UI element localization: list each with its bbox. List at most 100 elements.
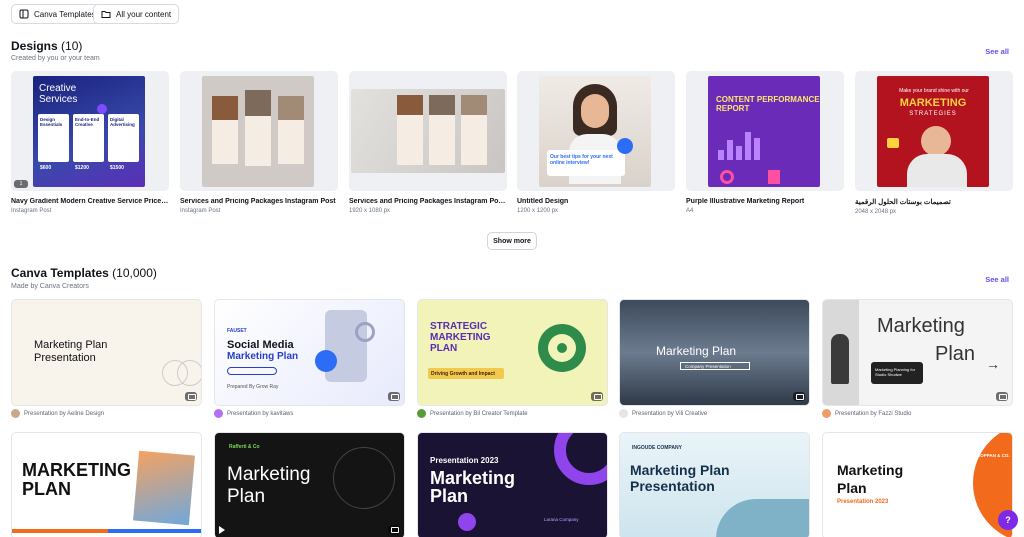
template-text: Marketing bbox=[837, 462, 904, 478]
design-title: Services and Pricing Packages Instagram … bbox=[180, 198, 336, 205]
design-meta: 2048 x 2048 px bbox=[855, 209, 897, 215]
template-text: MARKETING bbox=[430, 332, 491, 343]
design-card[interactable]: Make your brand shine with our MARKETING… bbox=[855, 71, 1013, 215]
blue-dot bbox=[617, 138, 633, 154]
percent-badge bbox=[315, 350, 337, 372]
designs-heading: Designs (10) bbox=[11, 39, 82, 53]
template-author: Presentation by Bil Creator Template bbox=[417, 409, 608, 418]
template-text: Plan bbox=[227, 486, 266, 507]
author-label: Presentation by Fazzi Studio bbox=[835, 410, 912, 417]
template-card[interactable]: STRATEGIC MARKETING PLAN Driving Growth … bbox=[417, 299, 608, 418]
megaphone-icon bbox=[887, 138, 899, 148]
design-thumbnail: Make your brand shine with our MARKETING… bbox=[855, 71, 1013, 191]
show-more-button[interactable]: Show more bbox=[487, 232, 537, 250]
templates-heading: Canva Templates (10,000) bbox=[11, 266, 157, 280]
author-avatar bbox=[11, 409, 20, 418]
template-author: Presentation by Vili Creative bbox=[619, 409, 810, 418]
template-text: Larana Company bbox=[544, 517, 579, 522]
design-meta: A4 bbox=[686, 208, 694, 214]
template-card[interactable]: MARKETING PLAN bbox=[11, 432, 202, 537]
info-box: Marketing Planning for Studio Shodwe bbox=[871, 362, 923, 384]
package-card bbox=[212, 96, 238, 164]
template-text: Marketing Plan bbox=[34, 339, 108, 351]
template-author: Presentation by Fazzi Studio bbox=[822, 409, 1013, 418]
present-icon bbox=[388, 525, 400, 534]
design-card[interactable]: Our best tips for your next online inter… bbox=[517, 71, 675, 214]
template-thumbnail: Marketing Plan Presentation bbox=[11, 299, 202, 406]
template-card[interactable]: Marketing Plan Marketing Planning for St… bbox=[822, 299, 1013, 418]
person-face bbox=[581, 94, 609, 128]
design-card[interactable]: Services and Pricing Packages Instagram … bbox=[180, 71, 338, 214]
templates-subtitle: Made by Canva Creators bbox=[11, 283, 89, 290]
package-photo bbox=[212, 96, 238, 120]
price-column: Design Essentials bbox=[38, 114, 69, 162]
design-card[interactable]: CONTENT PERFORMANCE REPORT Purple Illust… bbox=[686, 71, 844, 214]
template-text: FAUSET bbox=[227, 328, 247, 334]
template-card[interactable]: KOPPAN & CO. Marketing Plan Presentation… bbox=[822, 432, 1013, 537]
phone-graphic bbox=[768, 170, 780, 184]
present-icon bbox=[388, 392, 400, 401]
all-content-chip[interactable]: All your content bbox=[93, 4, 180, 24]
template-text: Company Presentation bbox=[685, 364, 731, 369]
designs-see-all-link[interactable]: See all bbox=[985, 47, 1009, 56]
help-button[interactable]: ? bbox=[998, 510, 1018, 530]
template-card[interactable]: INGOUDE COMPANY Marketing Plan Presentat… bbox=[619, 432, 810, 537]
canva-templates-chip[interactable]: Canva Templates bbox=[11, 4, 104, 24]
templates-title: Canva Templates bbox=[11, 266, 109, 280]
arrow-right-icon: → bbox=[986, 356, 1000, 372]
template-text: Presentation bbox=[34, 352, 96, 364]
present-icon bbox=[185, 392, 197, 401]
design-card[interactable]: Creative Services Design Essentials End-… bbox=[11, 71, 169, 214]
template-text: PLAN bbox=[22, 479, 71, 499]
template-card[interactable]: Presentation 2023 Marketing Plan Larana … bbox=[417, 432, 608, 537]
artwork-text: Make your brand shine with our bbox=[899, 88, 969, 94]
template-author: Presentation by Aeline Design bbox=[11, 409, 202, 418]
template-text: STRATEGIC bbox=[430, 321, 488, 332]
bar bbox=[745, 132, 751, 160]
design-card[interactable]: Services and Pricing Packages Instagram … bbox=[349, 71, 507, 214]
package-photo bbox=[397, 95, 423, 115]
template-text: Marketing bbox=[227, 464, 311, 485]
play-icon bbox=[219, 526, 225, 534]
template-text: Presentation 2023 bbox=[430, 456, 499, 465]
present-icon bbox=[793, 392, 805, 401]
design-thumbnail bbox=[349, 71, 507, 191]
design-meta: 1200 x 1200 px bbox=[517, 208, 559, 214]
template-text: Marketing Plan bbox=[656, 344, 737, 358]
present-icon bbox=[591, 392, 603, 401]
purple-dot bbox=[458, 513, 476, 531]
template-thumbnail: STRATEGIC MARKETING PLAN Driving Growth … bbox=[417, 299, 608, 406]
person-graphic bbox=[831, 334, 849, 384]
template-text: Social Media bbox=[227, 339, 294, 351]
bar bbox=[736, 146, 742, 160]
template-card[interactable]: Rafferti & Co Marketing Plan bbox=[214, 432, 405, 537]
artwork-text: $1500 bbox=[110, 165, 124, 171]
bar bbox=[727, 140, 733, 160]
template-card[interactable]: FAUSET Social Media Marketing Plan Prepa… bbox=[214, 299, 405, 418]
template-thumbnail: Rafferti & Co Marketing Plan bbox=[214, 432, 405, 537]
template-text: Marketing Plan bbox=[630, 462, 730, 478]
author-label: Presentation by kavitaws bbox=[227, 410, 294, 417]
pricing-packages-landscape-artwork bbox=[351, 89, 505, 173]
package-card bbox=[461, 95, 487, 165]
templates-see-all-link[interactable]: See all bbox=[985, 275, 1009, 284]
page-count-badge: 1 bbox=[14, 180, 28, 188]
template-thumbnail: INGOUDE COMPANY Marketing Plan Presentat… bbox=[619, 432, 810, 537]
marketing-report-artwork: CONTENT PERFORMANCE REPORT bbox=[708, 76, 820, 187]
author-label: Presentation by Aeline Design bbox=[24, 410, 105, 417]
template-text: Prepared By Grow Ray bbox=[227, 384, 279, 390]
template-text: INGOUDE COMPANY bbox=[632, 445, 682, 451]
template-card[interactable]: Marketing Plan Company Presentation Pres… bbox=[619, 299, 810, 418]
designs-count: (10) bbox=[61, 39, 83, 53]
artwork-icon bbox=[97, 104, 107, 114]
template-text: Marketing bbox=[877, 315, 965, 337]
template-text: Plan bbox=[430, 486, 469, 506]
donut-graphic bbox=[720, 170, 734, 184]
design-meta: Instagram Post bbox=[180, 208, 221, 214]
template-thumbnail: MARKETING PLAN bbox=[11, 432, 202, 537]
wave-shape bbox=[716, 499, 809, 537]
template-card[interactable]: Marketing Plan Presentation Presentation… bbox=[11, 299, 202, 418]
template-text: PLAN bbox=[430, 343, 458, 354]
design-thumbnail: Our best tips for your next online inter… bbox=[517, 71, 675, 191]
artwork-text: Digital Advertising bbox=[110, 117, 135, 127]
